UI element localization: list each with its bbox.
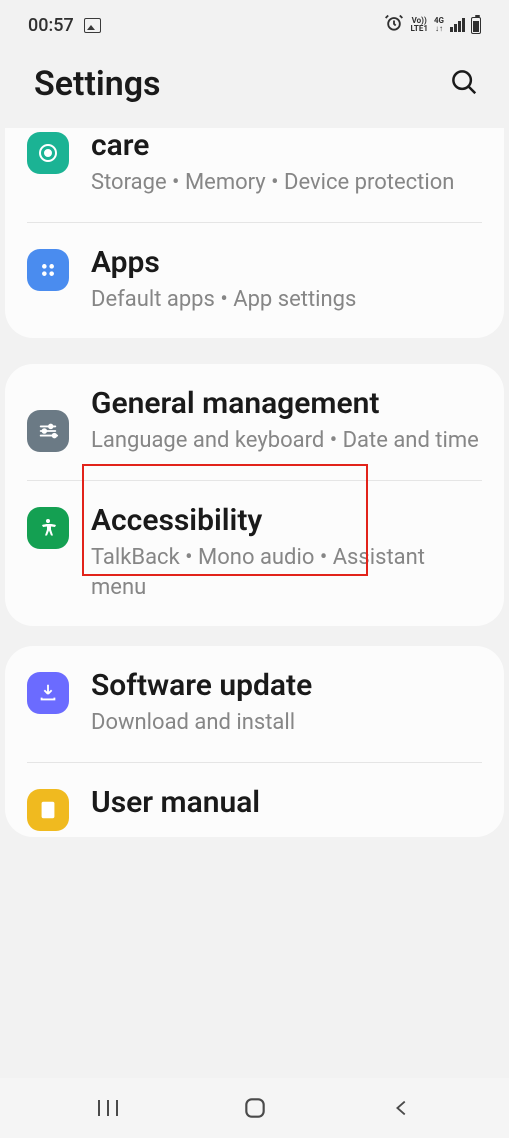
status-bar: 00:57 Vo)) LTE1 4G ↓↑ [0, 0, 509, 50]
row-user-manual[interactable]: User manual [27, 762, 482, 837]
search-button[interactable] [449, 67, 479, 101]
row-subtitle: Download and install [91, 708, 482, 738]
network-type-indicator: 4G ↓↑ [434, 17, 444, 33]
apps-icon [27, 249, 69, 291]
signal-icon [450, 18, 465, 32]
row-title: Accessibility [91, 503, 482, 539]
volte-indicator: Vo)) LTE1 [410, 17, 428, 33]
general-management-icon [27, 410, 69, 452]
row-title: Apps [91, 245, 482, 281]
battery-icon [471, 17, 481, 34]
row-device-care[interactable]: care Storage • Memory • Device protectio… [27, 128, 482, 222]
row-subtitle: Default apps • App settings [91, 285, 482, 315]
row-apps[interactable]: Apps Default apps • App settings [27, 222, 482, 339]
row-general-management[interactable]: General management Language and keyboard… [27, 364, 482, 480]
row-subtitle: Language and keyboard • Date and time [91, 426, 482, 456]
search-icon [449, 67, 479, 97]
recents-button[interactable] [92, 1092, 124, 1124]
row-title: User manual [91, 785, 482, 821]
card-general: General management Language and keyboard… [5, 364, 504, 626]
status-time: 00:57 [28, 15, 74, 36]
row-title: care [91, 128, 482, 164]
navigation-bar [0, 1078, 509, 1138]
device-care-icon [27, 132, 69, 174]
alarm-icon [384, 13, 404, 38]
header: Settings [0, 50, 509, 128]
software-update-icon [27, 672, 69, 714]
card-software: Software update Download and install Use… [5, 646, 504, 837]
user-manual-icon [27, 789, 69, 831]
home-button[interactable] [239, 1092, 271, 1124]
accessibility-icon [27, 507, 69, 549]
row-title: Software update [91, 668, 482, 704]
row-accessibility[interactable]: Accessibility TalkBack • Mono audio • As… [27, 480, 482, 626]
back-button[interactable] [386, 1092, 418, 1124]
card-device: care Storage • Memory • Device protectio… [5, 128, 504, 338]
row-subtitle: Storage • Memory • Device protection [91, 168, 482, 198]
row-software-update[interactable]: Software update Download and install [27, 646, 482, 762]
picture-icon [84, 18, 101, 33]
page-title: Settings [34, 64, 161, 104]
row-subtitle: TalkBack • Mono audio • Assistant menu [91, 543, 482, 602]
row-title: General management [91, 386, 482, 422]
